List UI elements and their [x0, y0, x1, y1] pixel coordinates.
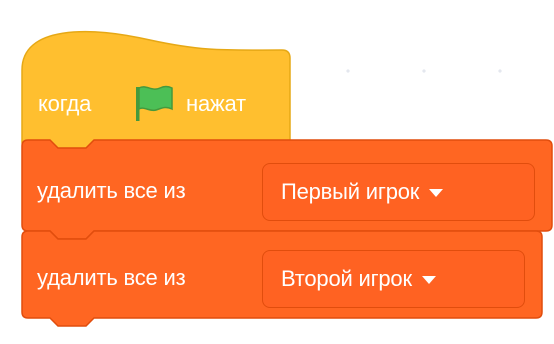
list-dropdown-1[interactable]: Первый игрок [262, 163, 535, 221]
hat-label-when: когда [38, 91, 92, 116]
list-dropdown-1-value: Первый игрок [281, 179, 420, 204]
chevron-down-icon [429, 189, 444, 197]
code-workspace[interactable]: когда нажат удалить все из Первый игрок … [0, 0, 554, 344]
green-flag-icon [136, 85, 173, 121]
chevron-down-icon [421, 276, 436, 284]
hat-label-pressed: нажат [186, 91, 246, 116]
delete-all-label-1: удалить все из [37, 178, 186, 203]
list-dropdown-2-value: Второй игрок [281, 266, 412, 291]
delete-all-label-2: удалить все из [37, 265, 186, 290]
list-dropdown-2[interactable]: Второй игрок [262, 250, 525, 308]
